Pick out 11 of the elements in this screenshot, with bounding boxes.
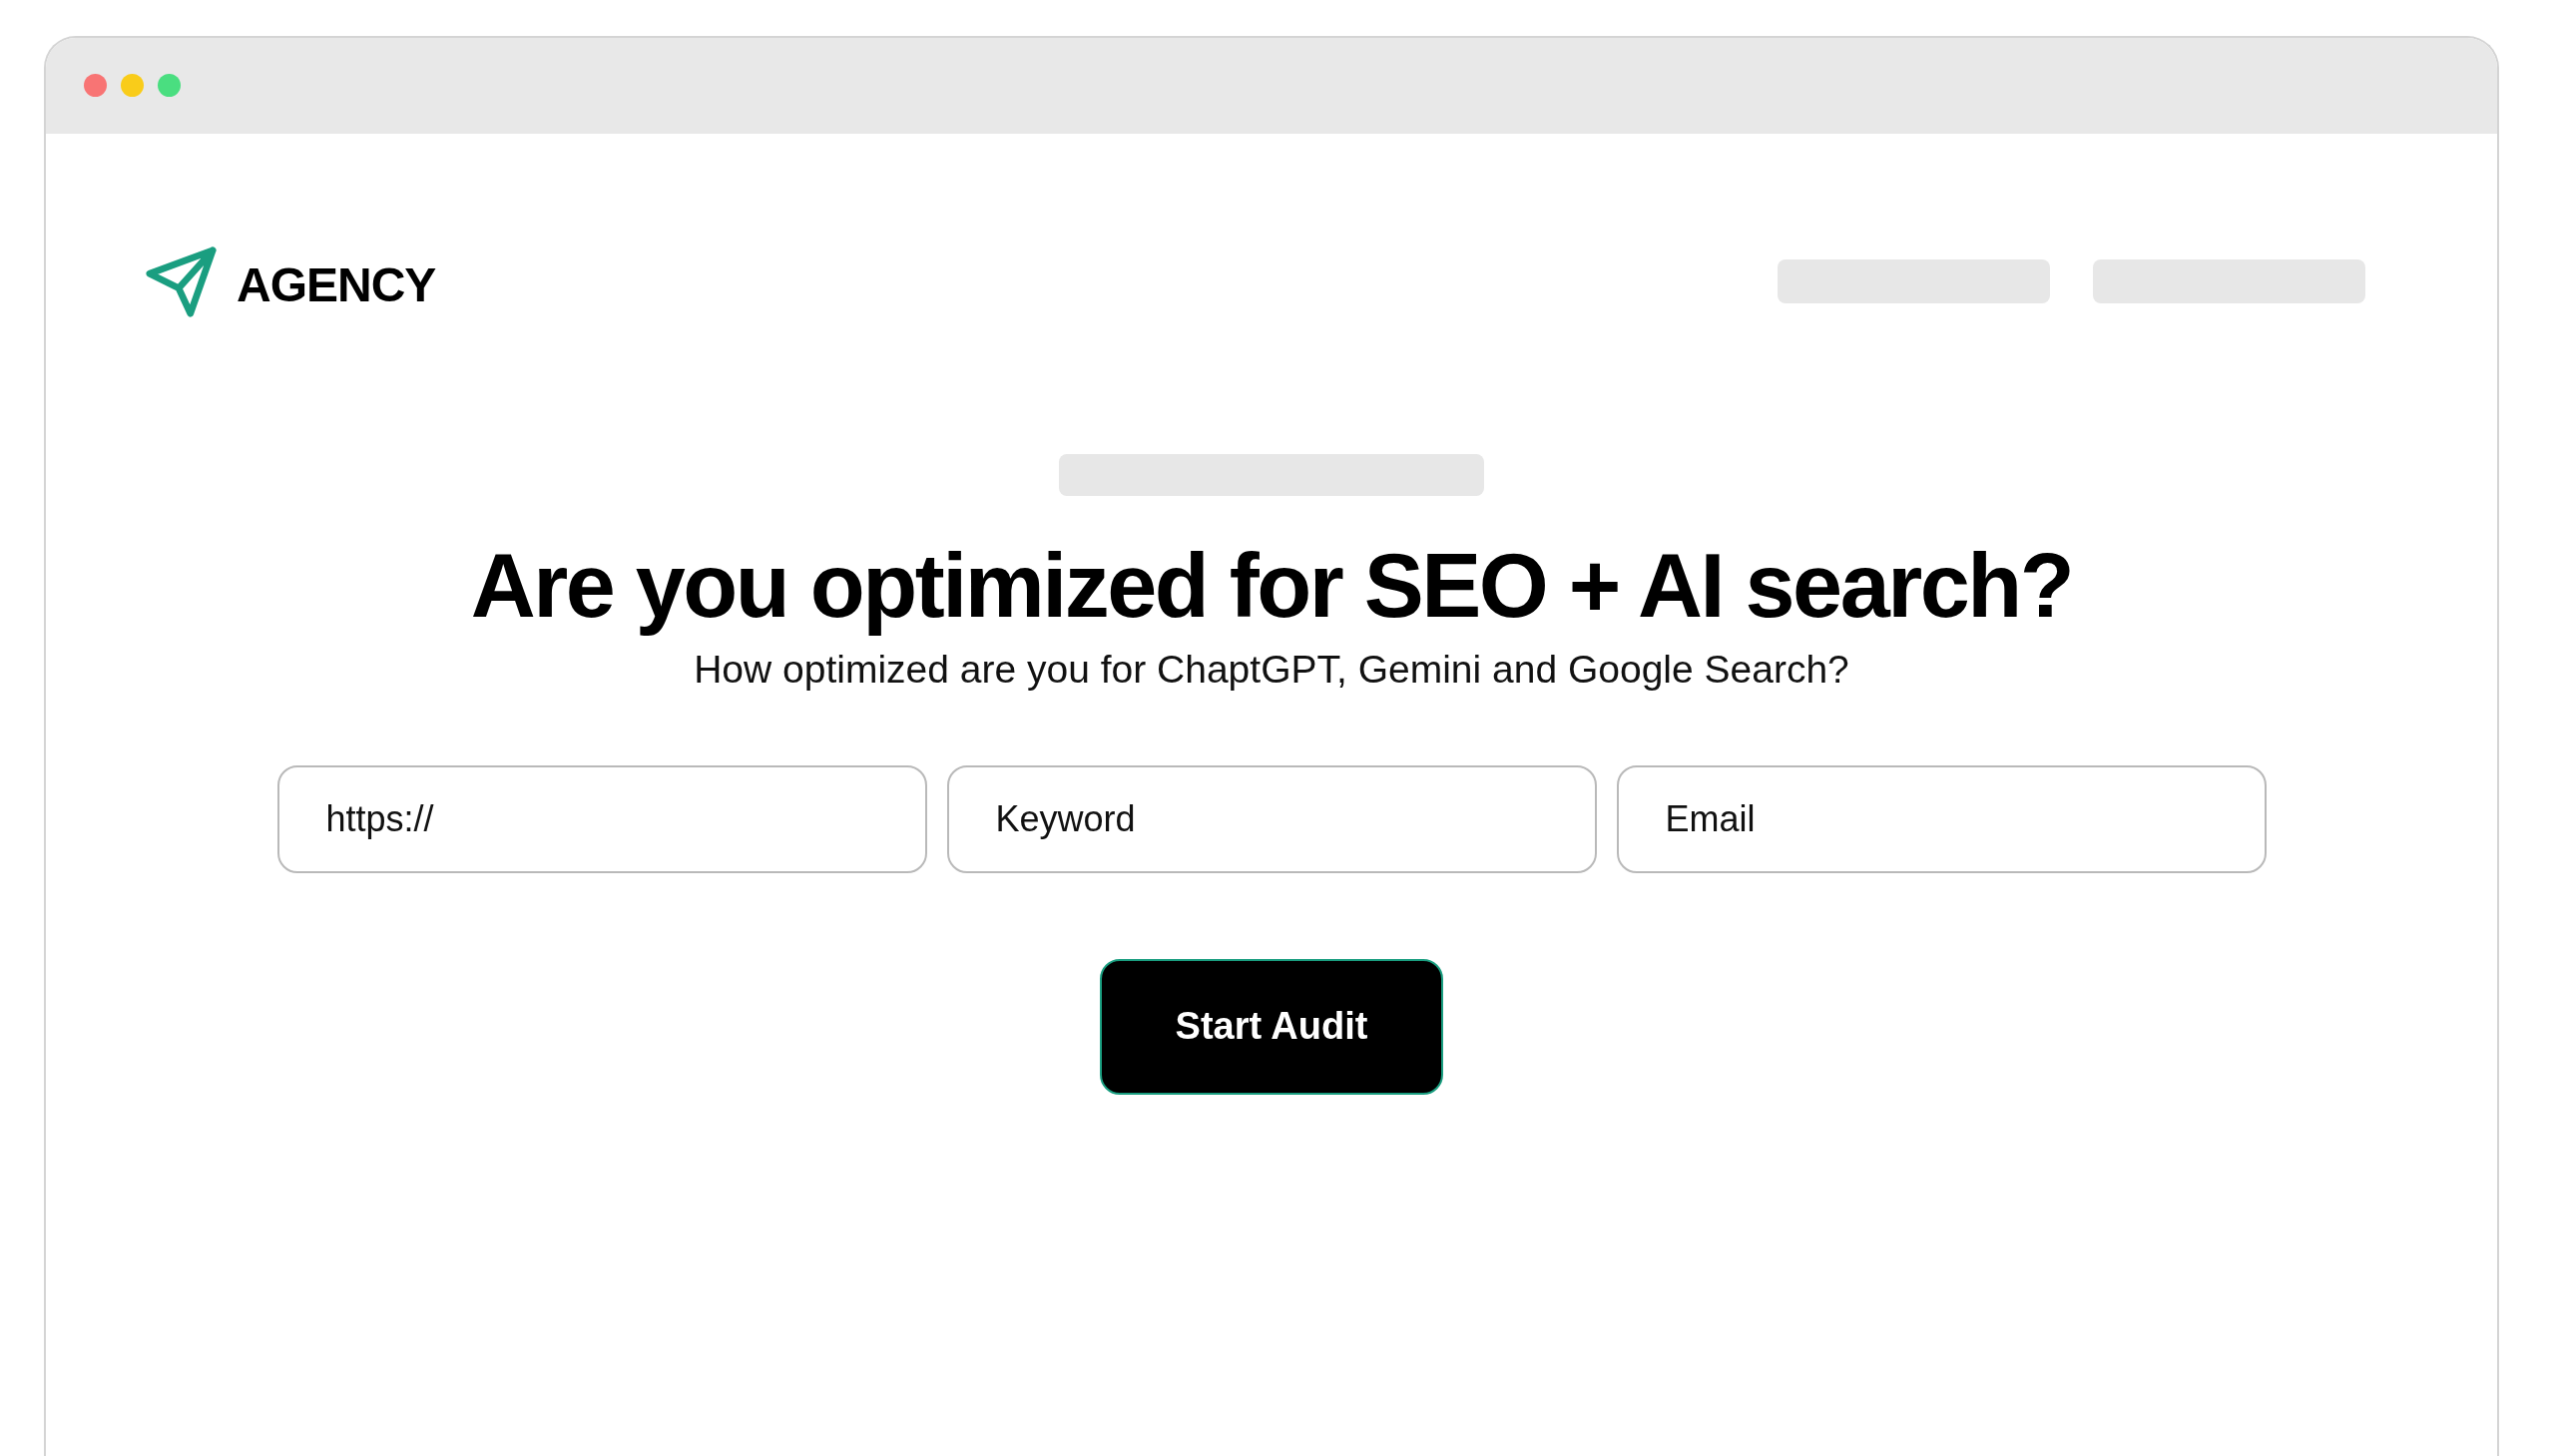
subtitle: How optimized are you for ChaptGPT, Gemini and Google Search?: [694, 647, 1849, 693]
paper-plane-icon: [145, 245, 217, 317]
window-control-dot-icon[interactable]: [158, 73, 181, 97]
input-field[interactable]: https://: [276, 764, 927, 873]
headline: Are you optimized for SEO + AI search?: [470, 535, 2073, 638]
logo-text: AGENCY: [237, 257, 436, 309]
input-field[interactable]: Keyword: [946, 764, 1597, 873]
start-audit-button[interactable]: Start Audit: [1100, 958, 1443, 1095]
window-control-dot-icon[interactable]: [84, 73, 107, 97]
input-field[interactable]: Email: [1616, 764, 2267, 873]
window-control-dot-icon[interactable]: [121, 73, 144, 97]
